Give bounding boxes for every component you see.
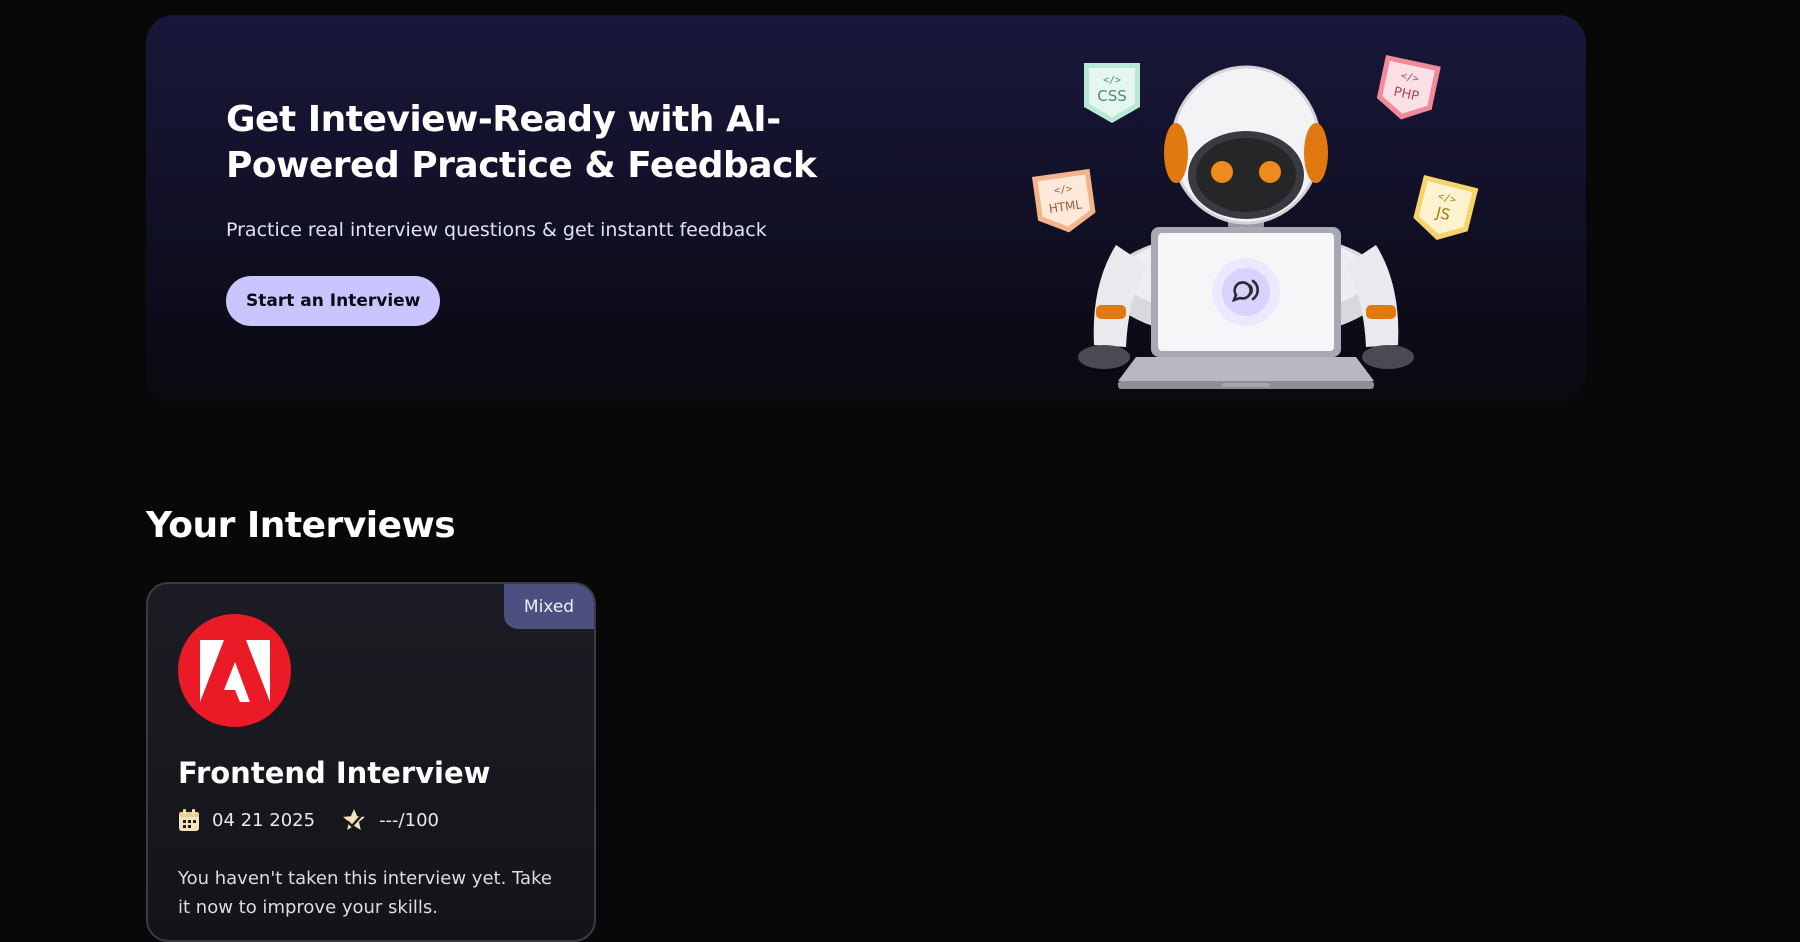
start-interview-button[interactable]: Start an Interview [226,276,441,326]
interview-meta: 04 21 2025 ---/100 [178,808,453,832]
star-score-icon [343,809,366,830]
calendar-icon [179,809,199,831]
html-tag-icon: HTML </> [1032,168,1096,233]
interview-type-badge: Mixed [504,584,594,629]
css-tag-icon: CSS </> [1084,63,1140,123]
interview-date: 04 21 2025 [212,809,316,831]
hero-title: Get Inteview-Ready with AI-Powered Pract… [226,99,817,186]
company-logo [178,614,291,727]
adobe-logo-icon [199,639,270,702]
svg-text:</>: </> [1103,75,1121,86]
hero-banner: Get Inteview-Ready with AI-Powered Pract… [146,15,1586,405]
interview-card[interactable]: Mixed Frontend Interview 04 21 2025 ---/… [146,582,596,942]
interview-description: You haven't taken this interview yet. Ta… [178,868,552,918]
css-tag-label: CSS [1097,87,1127,105]
php-tag-icon: PHP </> [1376,55,1441,120]
robot-illustration: CSS </> PHP </> HTML </> JS </> [1032,55,1479,389]
interview-title: Frontend Interview [178,756,491,790]
hero-subtitle: Practice real interview questions & get … [226,219,767,241]
js-tag-icon: JS </> [1413,175,1479,240]
your-interviews-heading: Your Interviews [146,505,456,546]
interview-score: ---/100 [379,809,439,831]
